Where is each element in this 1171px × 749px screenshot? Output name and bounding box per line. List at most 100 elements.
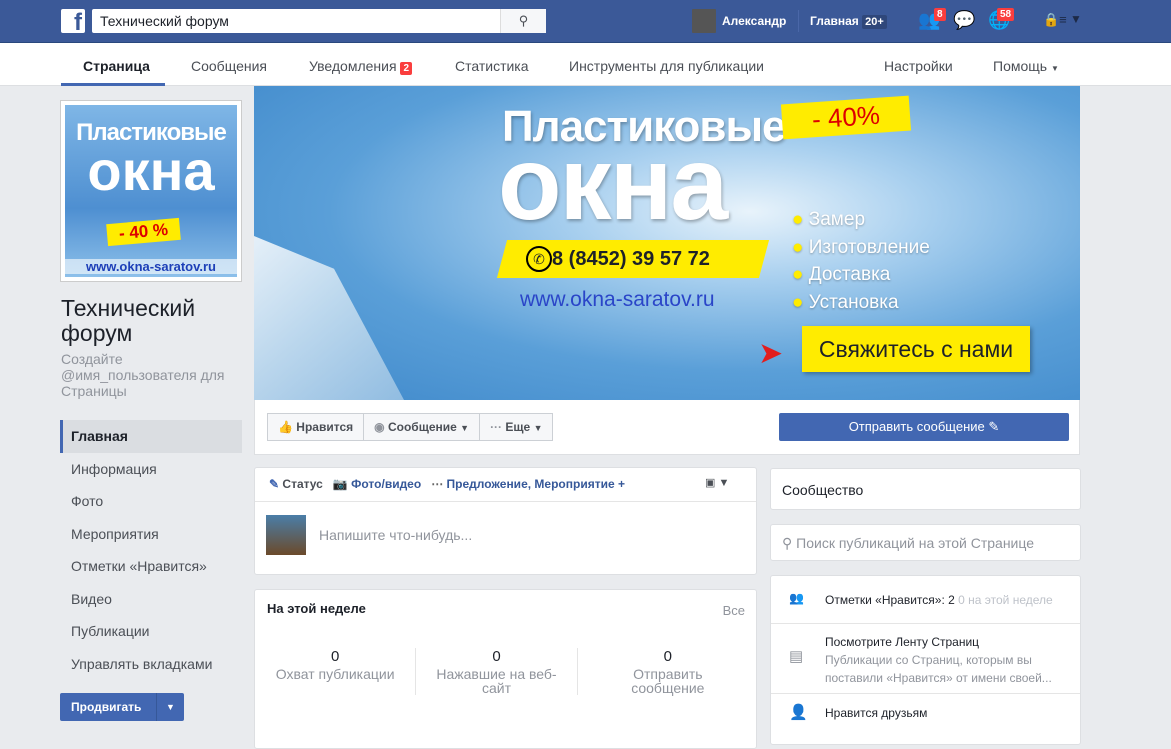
stat-reach[interactable]: 0 Охват публикации xyxy=(255,648,415,695)
composer-tab-status[interactable]: ✎ Статус xyxy=(269,477,323,492)
sidebar-item-home[interactable]: Главная xyxy=(60,420,242,453)
search-icon: ⚲ xyxy=(782,535,793,551)
service-item: ● Замер xyxy=(792,209,866,230)
cover-url: www.okna-saratov.ru xyxy=(520,288,715,311)
pencil-icon: ✎ xyxy=(988,419,1000,434)
send-message-button[interactable]: Отправить сообщение ✎ xyxy=(779,413,1069,441)
page-action-bar: 👍 Нравится ◉ Сообщение ▼ ··· Еще ▼ Отпра… xyxy=(254,400,1080,455)
username-hint[interactable]: Создайте @имя_пользователя для Страницы xyxy=(61,351,241,399)
profile-picture[interactable]: Пластиковые окна - 40 % www.okna-saratov… xyxy=(60,100,242,282)
feed-title[interactable]: Посмотрите Ленту Страниц xyxy=(825,633,1060,651)
more-label: Еще xyxy=(505,420,531,434)
cover-line2: окна xyxy=(498,126,728,242)
sidebar-item-info[interactable]: Информация xyxy=(60,453,242,486)
friends-like-row[interactable]: 👤 Нравится друзьям xyxy=(771,694,1080,721)
window-frame-image xyxy=(254,236,404,400)
thumbs-up-icon: 👍 xyxy=(278,420,293,434)
sidebar-item-manage-tabs[interactable]: Управлять вкладками xyxy=(60,648,242,681)
profile-pic-url: www.okna-saratov.ru xyxy=(65,259,237,274)
tab-messages[interactable]: Сообщения xyxy=(191,58,267,74)
sidebar-item-posts[interactable]: Публикации xyxy=(60,615,242,648)
more-button[interactable]: ··· Еще ▼ xyxy=(480,413,554,441)
page-search-input[interactable]: Поиск публикаций на этой Странице xyxy=(796,535,1034,551)
community-label: Сообщество xyxy=(782,482,864,498)
service-item: ● Изготовление xyxy=(792,236,930,258)
week-stats: 0 Охват публикации 0 Нажавшие на веб-сайт … xyxy=(255,648,758,695)
tab-settings[interactable]: Настройки xyxy=(884,58,953,74)
message-button[interactable]: ◉ Сообщение ▼ xyxy=(364,413,481,441)
feed-icon: ▤ xyxy=(789,648,804,665)
cover-phone-number: 8 (8452) 39 57 72 xyxy=(552,248,710,270)
page-post-search[interactable]: ⚲ Поиск публикаций на этой Странице xyxy=(770,524,1081,561)
profile-link[interactable]: Александр xyxy=(722,14,786,28)
tab-notifications[interactable]: Уведомления 2 xyxy=(309,58,412,75)
pages-feed-row[interactable]: ▤ Посмотрите Ленту Страниц Публикации со… xyxy=(771,624,1080,694)
promote-dropdown-icon[interactable]: ▼ xyxy=(156,693,184,721)
account-menu-chevron-icon[interactable]: ▼ xyxy=(1070,12,1082,26)
page-info-card: 👥 Отметки «Нравится»: 2 0 на этой неделе… xyxy=(770,575,1081,745)
service-item: ● Установка xyxy=(792,291,899,313)
see-all-link[interactable]: Все xyxy=(723,603,745,618)
search-icon: ⚲ xyxy=(518,13,529,28)
more-icon: ⋯ xyxy=(431,477,444,491)
stat-website-clicks[interactable]: 0 Нажавшие на веб-сайт xyxy=(415,648,578,695)
community-card[interactable]: Сообщество xyxy=(770,468,1081,510)
notifications-badge: 58 xyxy=(997,8,1015,21)
sidebar-nav: Главная Информация Фото Мероприятия Отме… xyxy=(60,420,242,680)
composer-tab-photo[interactable]: 📷 Фото/видео xyxy=(333,477,421,492)
search-input[interactable]: Технический форум xyxy=(92,9,546,33)
messenger-icon: ◉ xyxy=(374,420,385,434)
arrow-icon: ➤ xyxy=(758,337,784,370)
page-tabs: Страница Сообщения Уведомления 2 Статист… xyxy=(0,43,1171,86)
cover-discount: - 40% xyxy=(780,95,911,140)
stat-messages[interactable]: 0 Отправить сообщение xyxy=(578,648,758,695)
sidebar-item-videos[interactable]: Видео xyxy=(60,583,242,616)
like-label: Нравится xyxy=(296,420,354,434)
cover-cta: Свяжитесь с нами xyxy=(802,326,1030,372)
promote-label: Продвигать xyxy=(71,700,142,714)
likes-people-icon: 👥 xyxy=(789,591,804,605)
phone-icon: ✆ xyxy=(526,246,552,272)
composer-tab-offer[interactable]: ⋯ Предложение, Мероприятие + xyxy=(431,477,625,492)
service-item: ● Доставка xyxy=(792,264,891,285)
profile-pic-discount: - 40 % xyxy=(106,217,181,247)
composer-input[interactable]: Напишите что-нибудь... xyxy=(319,527,472,543)
likes-row[interactable]: 👥 Отметки «Нравится»: 2 0 на этой неделе xyxy=(771,576,1080,624)
sidebar-item-events[interactable]: Мероприятия xyxy=(60,518,242,551)
page-avatar xyxy=(266,515,306,555)
cover-services: ● Замер ● Изготовление ● Доставка ● Уста… xyxy=(792,206,930,316)
facebook-logo-icon[interactable]: f xyxy=(61,9,85,33)
privacy-shortcuts-icon[interactable]: 🔒≡ xyxy=(1043,12,1067,28)
home-label: Главная xyxy=(810,14,859,28)
sidebar-item-photos[interactable]: Фото xyxy=(60,485,242,518)
tab-page[interactable]: Страница xyxy=(83,58,150,74)
avatar[interactable] xyxy=(692,9,716,33)
tab-publishing-tools[interactable]: Инструменты для публикации xyxy=(569,58,764,74)
profile-pic-line2: окна xyxy=(87,139,215,202)
home-link[interactable]: Главная 20+ xyxy=(810,14,887,29)
page-title[interactable]: Технический форум xyxy=(61,296,241,346)
feed-description: Публикации со Страниц, которым вы постав… xyxy=(825,653,1052,685)
tab-help-label: Помощь xyxy=(993,58,1048,74)
add-person-icon: 👤 xyxy=(789,704,808,721)
post-composer: ✎ Статус 📷 Фото/видео ⋯ Предложение, Мер… xyxy=(254,467,757,575)
cover-photo[interactable]: Пластиковые окна - 40% 8 (8452) 39 57 72… xyxy=(254,86,1080,400)
this-week-title: На этой неделе xyxy=(267,601,366,616)
tab-help[interactable]: Помощь ▼ xyxy=(993,58,1059,74)
sidebar-item-likes[interactable]: Отметки «Нравится» xyxy=(60,550,242,583)
friend-requests-badge: 8 xyxy=(934,8,946,21)
post-as-selector[interactable]: ▣ ▼ xyxy=(705,476,729,489)
send-message-label: Отправить сообщение xyxy=(848,419,985,434)
messages-icon[interactable]: 💬 xyxy=(953,10,975,31)
promote-button[interactable]: Продвигать ▼ xyxy=(60,693,184,721)
camera-icon: 📷 xyxy=(332,477,348,491)
search-button[interactable]: ⚲ xyxy=(500,9,546,33)
tab-insights[interactable]: Статистика xyxy=(455,58,529,74)
home-count: 20+ xyxy=(862,15,887,29)
top-bar: f Технический форум ⚲ Александр Главная … xyxy=(0,0,1171,43)
pencil-icon: ✎ xyxy=(269,477,280,491)
tab-notifications-label: Уведомления xyxy=(309,58,397,74)
like-button[interactable]: 👍 Нравится xyxy=(267,413,365,441)
notifications-count-badge: 2 xyxy=(400,62,412,75)
this-week-card: На этой неделе Все 0 Охват публикации 0 На… xyxy=(254,589,757,749)
